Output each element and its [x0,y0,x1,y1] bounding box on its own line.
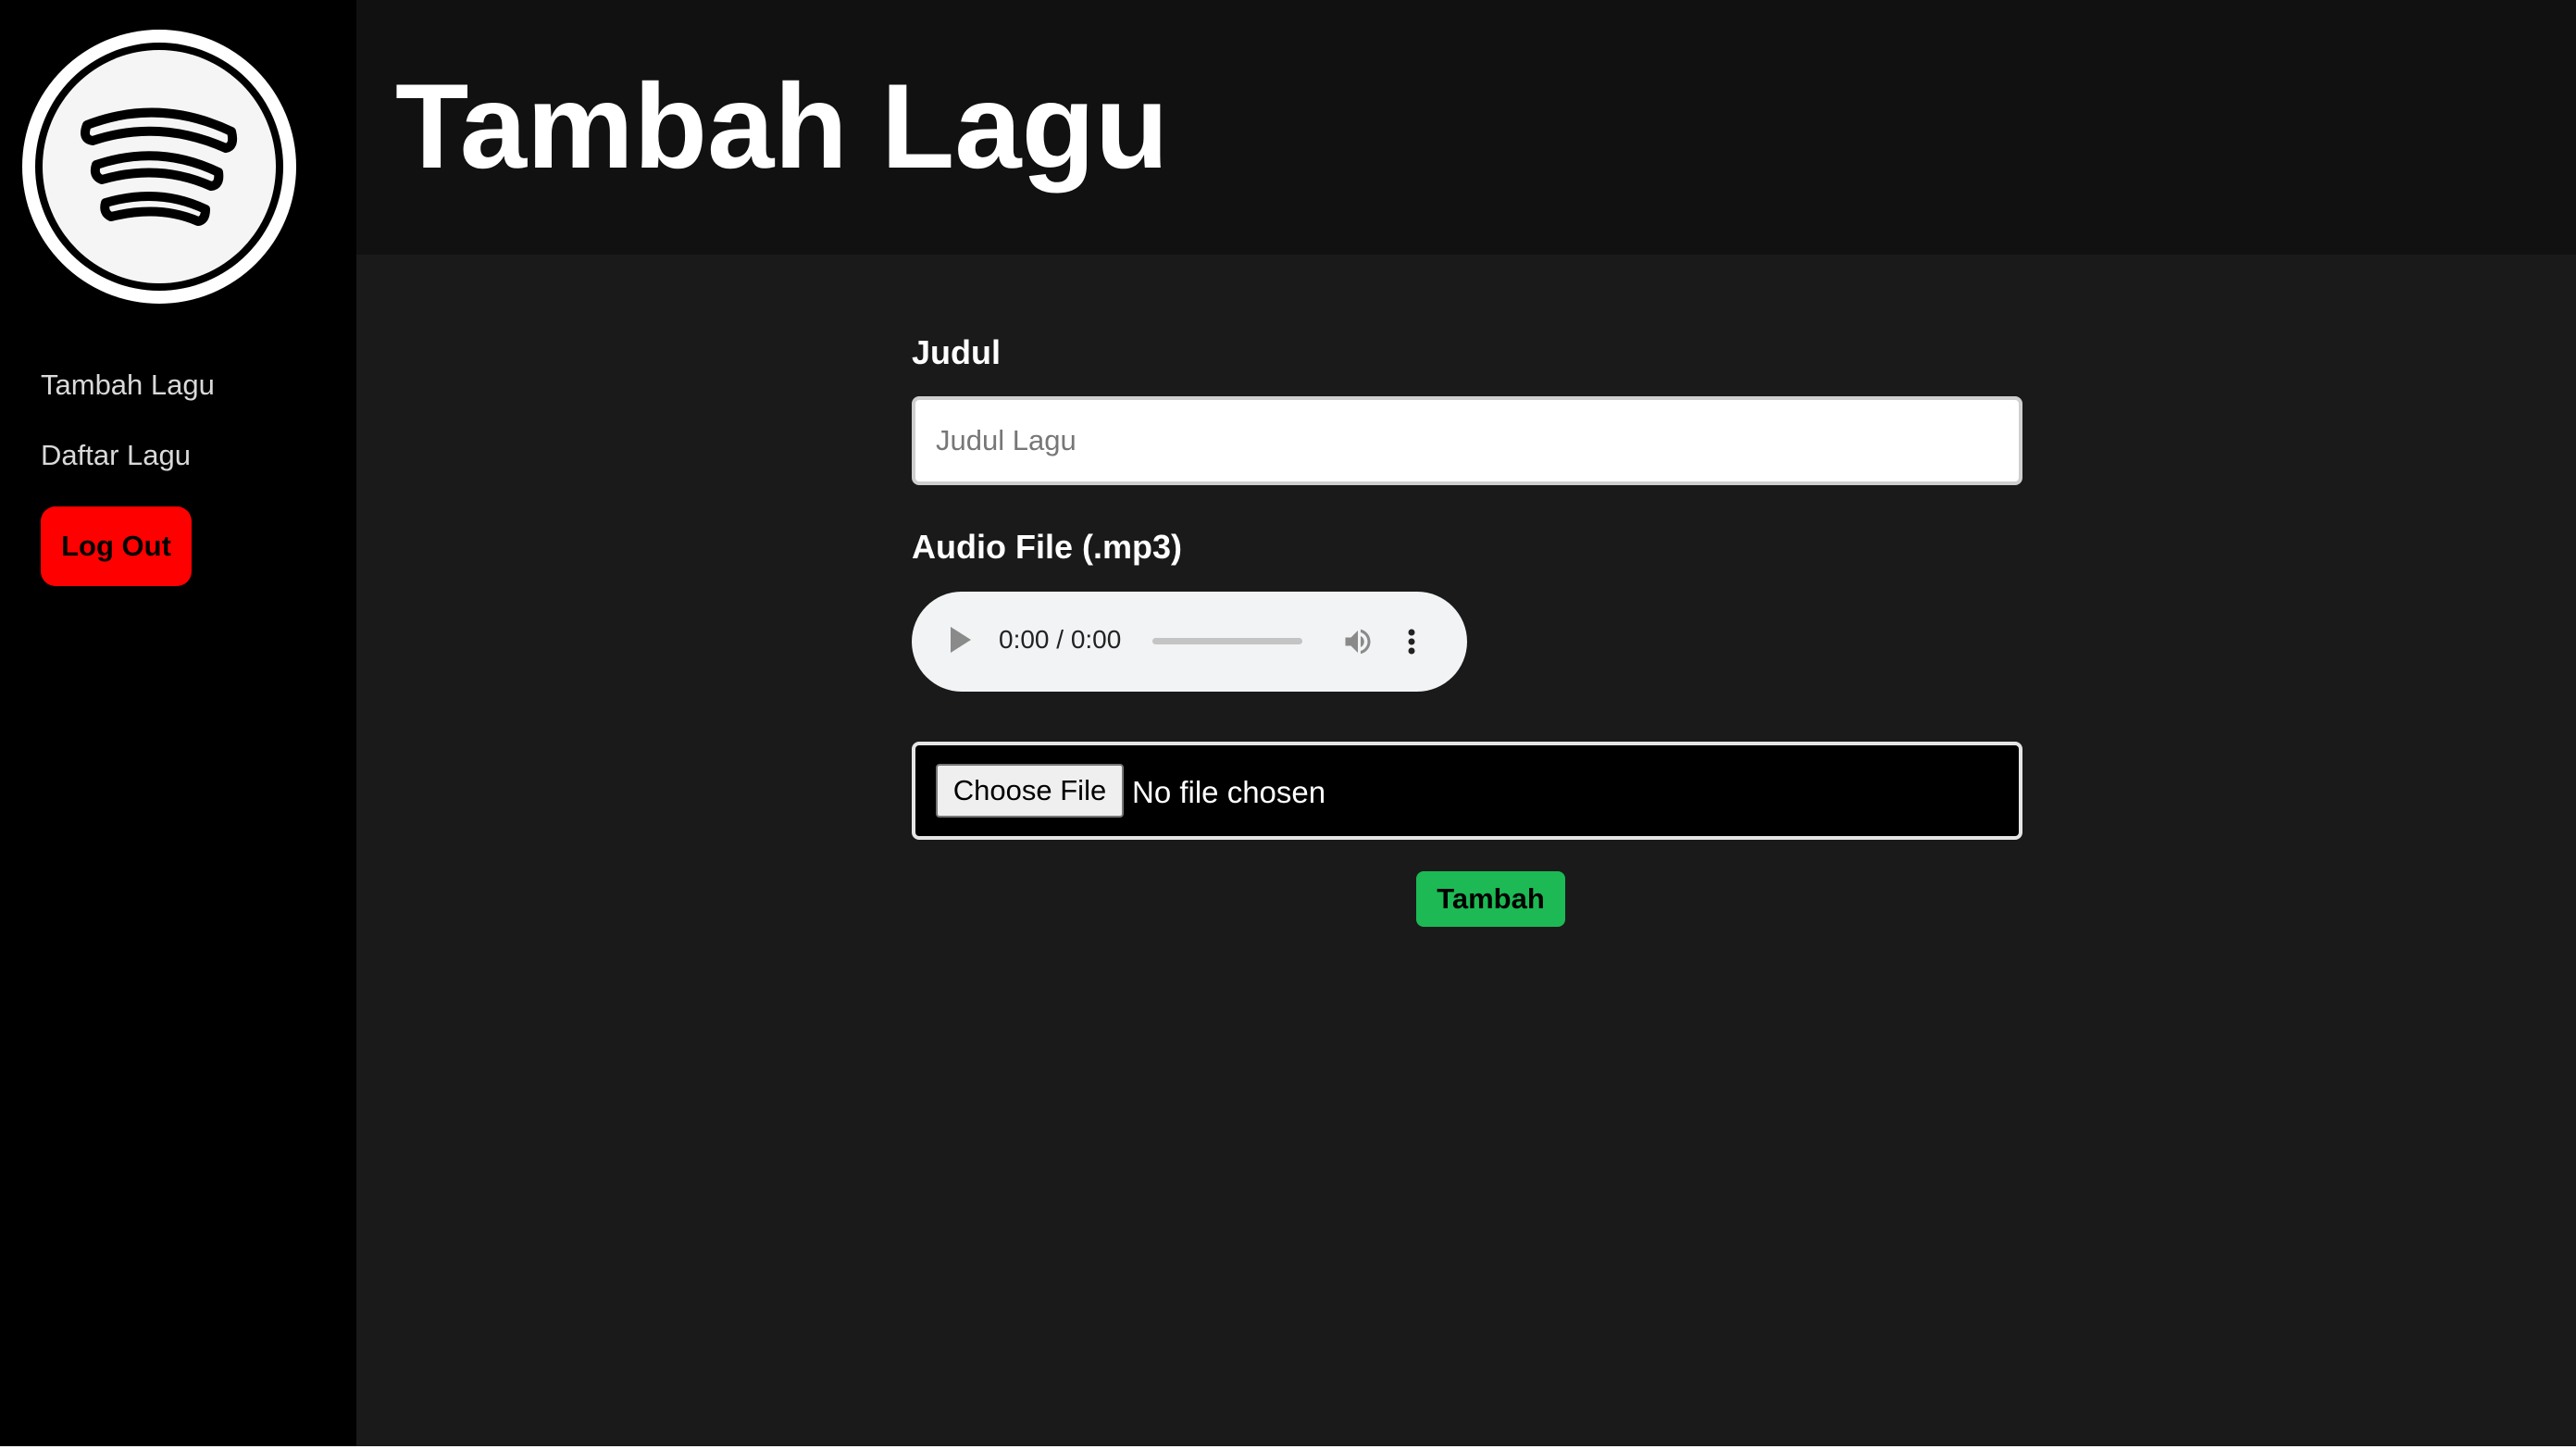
judul-label: Judul [912,333,1001,371]
tambah-button[interactable]: Tambah [1416,871,1565,927]
spotify-logo-icon[interactable] [20,28,298,306]
audio-player: 0:00 / 0:00 [912,592,1467,692]
logout-button[interactable]: Log Out [41,506,192,586]
main-content: Judul Audio File (.mp3) 0:00 / 0:00 [356,255,2576,1446]
audio-time: 0:00 / 0:00 [999,625,1122,654]
more-vertical-icon[interactable] [1402,625,1421,658]
page-title: Tambah Lagu [395,58,1169,194]
sidebar: Tambah Lagu Daftar Lagu Log Out [0,0,356,1446]
audio-file-label: Audio File (.mp3) [912,528,1182,566]
play-icon[interactable] [951,627,971,653]
judul-input[interactable] [912,396,2022,485]
app-root: Tambah Lagu Daftar Lagu Log Out Tambah L… [0,0,2576,1446]
file-input: Choose File No file chosen [912,742,2022,840]
choose-file-button[interactable]: Choose File [936,764,1124,818]
volume-icon[interactable] [1341,625,1375,658]
page-header: Tambah Lagu [356,0,2576,255]
audio-seek-bar[interactable] [1152,638,1302,644]
file-status: No file chosen [1132,775,1326,809]
nav-daftar-lagu[interactable]: Daftar Lagu [41,439,191,472]
nav-tambah-lagu[interactable]: Tambah Lagu [41,368,215,402]
